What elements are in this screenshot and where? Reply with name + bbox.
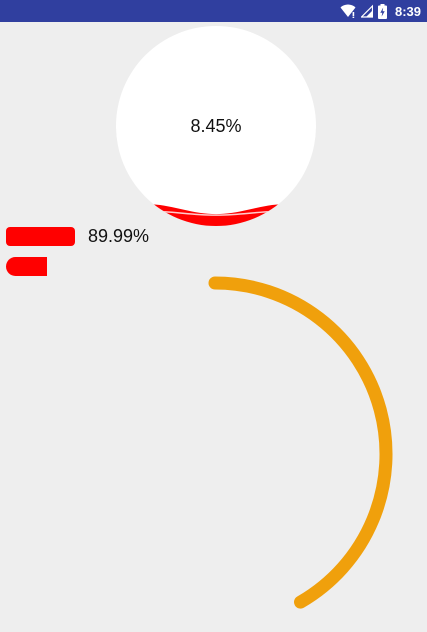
status-bar: 8:39 [0, 0, 427, 22]
arc-progress-stroke [208, 276, 393, 609]
battery-charging-icon [377, 3, 387, 19]
small-bar-progress [6, 257, 52, 276]
bar-progress-track [6, 226, 83, 246]
wifi-icon [340, 4, 356, 18]
bar-progress-label: 89.99% [88, 225, 150, 246]
wave-progress-label: 8.45% [190, 115, 242, 136]
status-time: 8:39 [394, 3, 421, 19]
small-bar-progress-fill [6, 257, 48, 276]
signal-icon [360, 4, 373, 18]
main-content: 8.45% 89.99% [0, 22, 427, 632]
wave-progress: 8.45% [116, 26, 316, 226]
bar-progress: 89.99% [6, 226, 149, 246]
bar-progress-fill [6, 226, 76, 246]
status-icons: 8:39 [340, 0, 421, 22]
